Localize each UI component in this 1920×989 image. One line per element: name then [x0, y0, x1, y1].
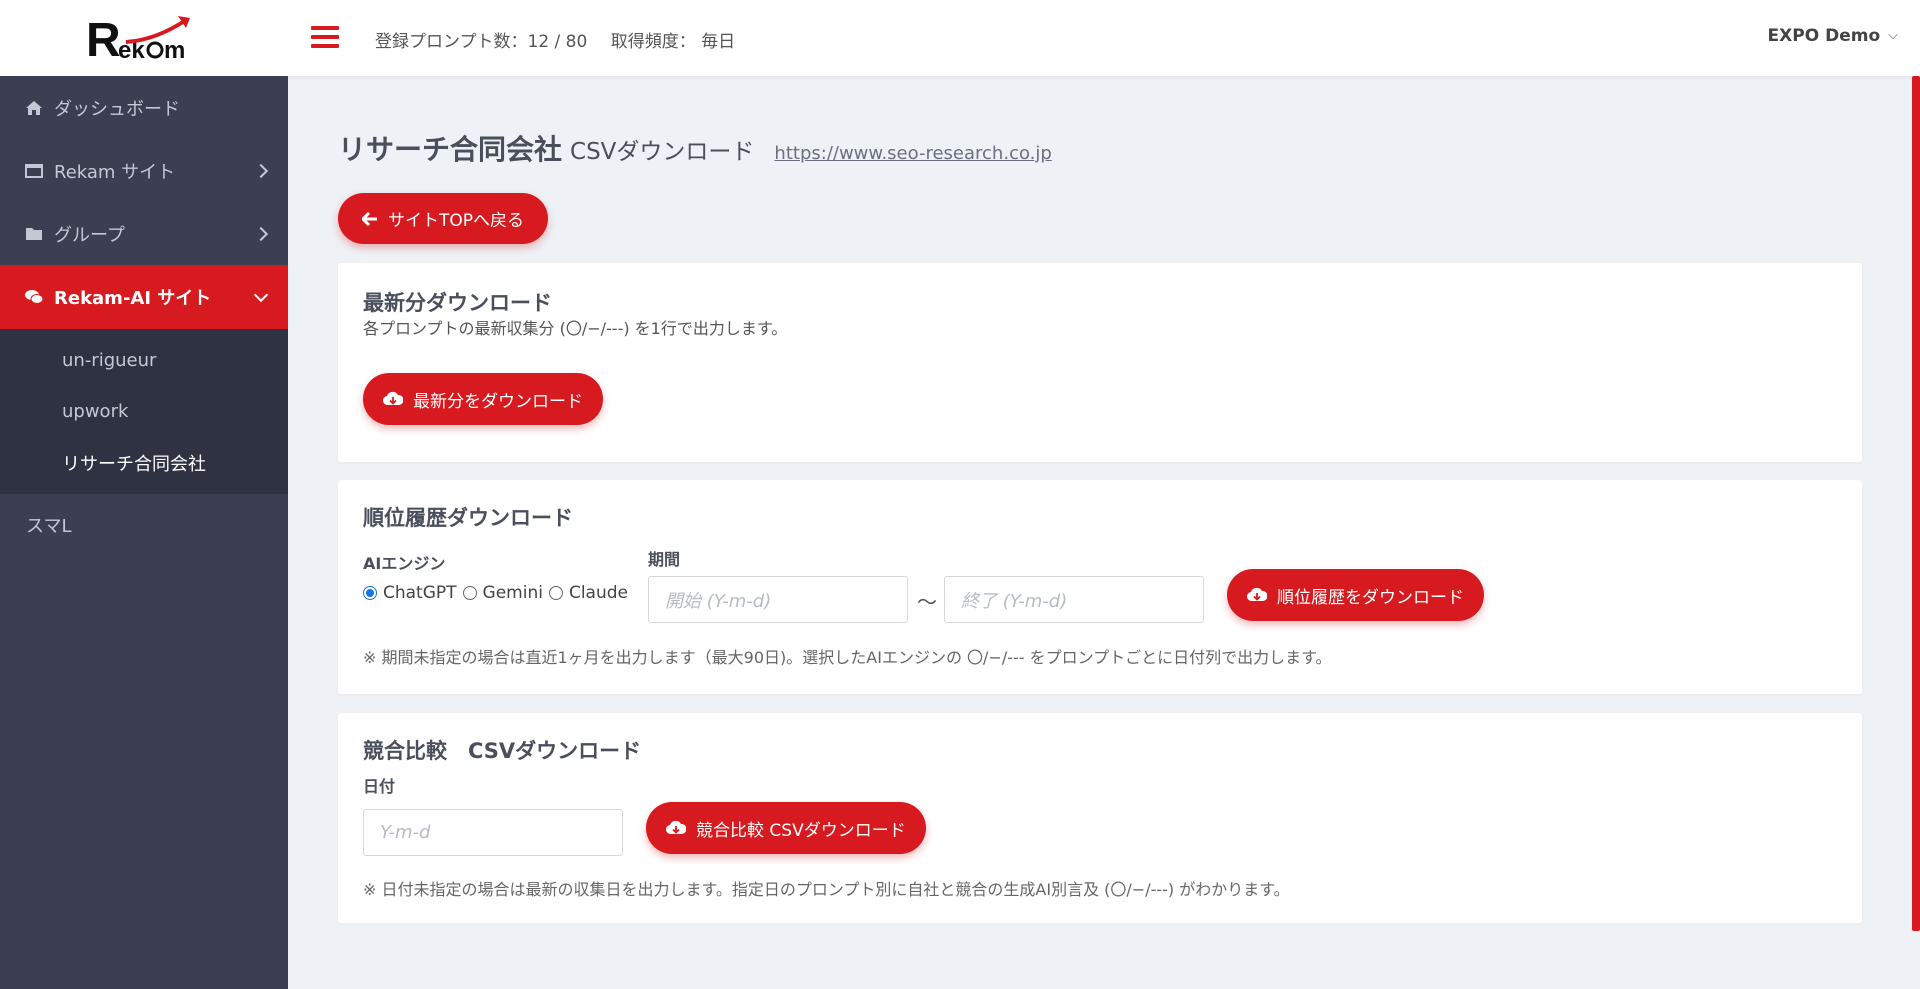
folder-icon — [24, 224, 44, 244]
user-menu[interactable]: EXPO Demo ⌵ — [1768, 26, 1898, 46]
period-label: 期間 — [648, 550, 681, 569]
download-latest-button[interactable]: 最新分をダウンロード — [363, 373, 603, 425]
rekam-logo[interactable]: R ek m — [86, 12, 206, 70]
competitor-compare-note: ※ 日付未指定の場合は最新の収集日を出力します。指定日のプロンプト別に自社と競合… — [363, 880, 1290, 899]
sidebar-submenu: un-rigueur upwork リサーチ合同会社 — [0, 329, 288, 494]
start-date-input[interactable]: 開始 (Y-m-d) — [648, 576, 908, 623]
sidebar-item-label: グループ — [54, 224, 125, 246]
download-rank-history-button[interactable]: 順位履歴をダウンロード — [1227, 569, 1484, 621]
download-competitor-compare-label: 競合比較 CSVダウンロード — [696, 820, 906, 841]
latest-download-card: 最新分ダウンロード 各プロンプトの最新収集分 (〇/−/---) を1行で出力し… — [338, 263, 1862, 462]
download-latest-label: 最新分をダウンロード — [413, 391, 583, 412]
home-icon — [24, 98, 44, 118]
sidebar-item-group[interactable]: グループ — [0, 202, 288, 265]
page-scrollbar[interactable] — [1912, 76, 1920, 931]
rank-history-note: ※ 期間未指定の場合は直近1ヶ月を出力します（最大90日)。選択したAIエンジン… — [363, 648, 1332, 667]
cloud-download-icon — [383, 391, 403, 406]
sidebar-subitem-upwork[interactable]: upwork — [0, 386, 288, 437]
prompt-count: 登録プロンプト数：12 / 80 — [375, 32, 588, 52]
cloud-download-icon — [666, 820, 686, 835]
sidebar-item-rekam-ai-site[interactable]: Rekam-AI サイト — [0, 265, 288, 329]
sidebar-item-rekam-site[interactable]: Rekam サイト — [0, 139, 288, 202]
header-stats: 登録プロンプト数：12 / 80 取得頻度： 毎日 — [375, 27, 753, 52]
ai-engine-radio-group: ChatGPT Gemini Claude — [363, 583, 634, 603]
sidebar-item-dashboard[interactable]: ダッシュボード — [0, 76, 288, 139]
chevron-down-icon: ⌵ — [1888, 28, 1898, 43]
hamburger-menu-icon[interactable] — [311, 26, 339, 50]
monitor-icon — [24, 161, 44, 181]
sidebar-item-label: Rekam-AI サイト — [54, 288, 212, 309]
radio-label: Claude — [568, 583, 629, 603]
arrow-left-icon — [362, 211, 377, 226]
ai-engine-label: AIエンジン — [363, 554, 446, 573]
back-button-label: サイトTOPへ戻る — [388, 211, 525, 231]
radio-label: Gemini — [482, 583, 543, 603]
fetch-frequency: 取得頻度： 毎日 — [610, 32, 736, 52]
chevron-right-icon — [253, 226, 269, 241]
top-header: R ek m 登録プロンプト数：12 / 80 取得頻度： 毎日 EXPO De… — [0, 0, 1920, 76]
download-rank-history-label: 順位履歴をダウンロード — [1277, 587, 1464, 608]
back-to-site-top-button[interactable]: サイトTOPへ戻る — [338, 193, 549, 244]
radio-button[interactable] — [462, 586, 477, 600]
competitor-compare-title: 競合比較 CSVダウンロード — [363, 739, 642, 763]
svg-text:R: R — [86, 14, 121, 67]
sidebar-subitem-research[interactable]: リサーチ合同会社 — [0, 437, 288, 488]
latest-download-title: 最新分ダウンロード — [363, 291, 552, 315]
latest-download-desc: 各プロンプトの最新収集分 (〇/−/---) を1行で出力します。 — [363, 319, 788, 338]
rank-history-card: 順位履歴ダウンロード AIエンジン 期間 ChatGPT Gemini Clau… — [338, 480, 1862, 694]
sidebar-item-label: ダッシュボード — [54, 98, 180, 120]
sidebar: ダッシュボード Rekam サイト グループ Rekam-AI サイト un-r… — [0, 76, 288, 989]
radio-claude[interactable]: Claude — [548, 583, 629, 603]
competitor-compare-card: 競合比較 CSVダウンロード 日付 Y-m-d 競合比較 CSVダウンロード ※… — [338, 713, 1862, 923]
end-date-input[interactable]: 終了 (Y-m-d) — [944, 576, 1204, 623]
svg-text:m: m — [164, 37, 185, 64]
date-label: 日付 — [363, 777, 396, 796]
radio-gemini[interactable]: Gemini — [462, 583, 543, 603]
range-separator: 〜 — [917, 590, 937, 614]
page-title: リサーチ合同会社 CSVダウンロード https://www.seo-resea… — [338, 128, 1052, 168]
sidebar-item-label: Rekam サイト — [54, 161, 176, 183]
chat-icon — [24, 287, 44, 307]
radio-button[interactable] — [548, 586, 563, 600]
chevron-down-icon — [253, 287, 269, 303]
company-name: リサーチ合同会社 — [338, 133, 563, 166]
site-url-link[interactable]: https://www.seo-research.co.jp — [774, 143, 1051, 164]
sidebar-subitem-un-rigueur[interactable]: un-rigueur — [0, 335, 288, 386]
radio-chatgpt[interactable]: ChatGPT — [363, 583, 457, 603]
compare-date-input[interactable]: Y-m-d — [363, 809, 623, 856]
radio-button[interactable] — [363, 586, 377, 600]
download-competitor-compare-button[interactable]: 競合比較 CSVダウンロード — [646, 802, 926, 854]
radio-label: ChatGPT — [383, 583, 457, 603]
cloud-download-icon — [1247, 587, 1267, 602]
chevron-right-icon — [253, 163, 269, 178]
page-subtitle: CSVダウンロード — [570, 139, 755, 165]
main-content: リサーチ合同会社 CSVダウンロード https://www.seo-resea… — [288, 76, 1920, 989]
sidebar-item-sumal[interactable]: スマL — [0, 494, 288, 556]
rank-history-title: 順位履歴ダウンロード — [363, 506, 573, 530]
user-name: EXPO Demo — [1767, 26, 1881, 46]
